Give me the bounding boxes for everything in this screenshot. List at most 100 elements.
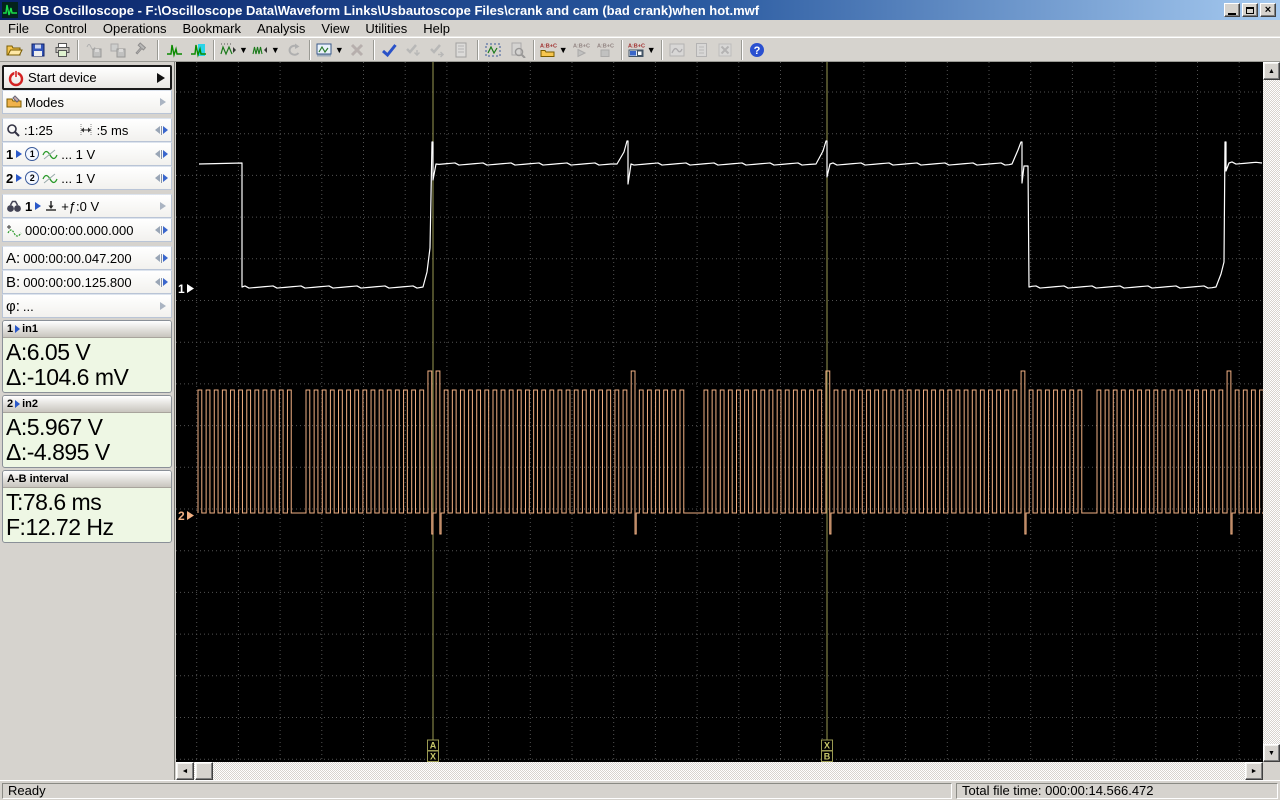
channel-1-row[interactable]: 1 1 ... 1 V bbox=[2, 142, 172, 166]
cursor-b-row[interactable]: B: 000:00:00.125.800 bbox=[2, 270, 172, 294]
menu-view[interactable]: View bbox=[313, 20, 357, 37]
measure-value: A:5.967 V bbox=[6, 414, 103, 440]
start-device-label: Start device bbox=[28, 70, 97, 85]
scroll-down-button[interactable]: ▼ bbox=[1263, 744, 1280, 762]
sweep-time-value: :5 ms bbox=[96, 122, 129, 138]
position-row[interactable]: 000:00:00.000.000 bbox=[2, 218, 172, 242]
position-stepper[interactable] bbox=[155, 225, 168, 235]
measure-panel-ch1[interactable]: 1 in1 A:6.05 V Δ:-104.6 mV bbox=[2, 320, 172, 393]
cursor-b-label: B: bbox=[6, 273, 21, 291]
channel-number: 1 bbox=[6, 146, 14, 162]
zoom-scale-row[interactable]: :1:25 :5 ms bbox=[2, 118, 172, 142]
expand-arrow-icon[interactable] bbox=[160, 98, 166, 106]
cursor-b-stepper[interactable] bbox=[155, 277, 168, 287]
menu-control[interactable]: Control bbox=[37, 20, 95, 37]
vertical-scrollbar[interactable]: ▲ ▼ bbox=[1263, 62, 1280, 762]
waveform-select-button[interactable] bbox=[186, 39, 210, 61]
report-button bbox=[450, 39, 474, 61]
trigger-row[interactable]: 1 +ƒ:0 V bbox=[2, 194, 172, 218]
undo-button bbox=[282, 39, 306, 61]
measurement-panels: 1 in1 A:6.05 V Δ:-104.6 mV 2 in2 A:5.967 V Δ:-4… bbox=[2, 320, 172, 543]
close-view-button bbox=[714, 39, 738, 61]
cursor-a-stepper[interactable] bbox=[155, 253, 168, 263]
script-open-button[interactable]: A:B+C ▼ bbox=[538, 39, 570, 61]
cursor-a-row[interactable]: A: 000:00:00.047.200 bbox=[2, 246, 172, 270]
script-stop-button: A:B+C bbox=[594, 39, 618, 61]
check-skip-button bbox=[426, 39, 450, 61]
start-device-button[interactable]: Start device bbox=[2, 65, 172, 90]
dropdown-arrow-icon[interactable]: ▼ bbox=[647, 45, 656, 55]
close-button[interactable]: × bbox=[1260, 3, 1276, 17]
channel-stepper[interactable] bbox=[155, 149, 168, 159]
dropdown-arrow-icon[interactable]: ▼ bbox=[559, 45, 568, 55]
script-panel-button[interactable]: A:B+C ▼ bbox=[626, 39, 658, 61]
notes-button bbox=[690, 39, 714, 61]
minimize-button[interactable] bbox=[1224, 3, 1240, 17]
menu-utilities[interactable]: Utilities bbox=[357, 20, 415, 37]
dropdown-arrow-icon[interactable]: ▼ bbox=[335, 45, 344, 55]
toolbar: ▼ ▼ ▼ A:B+C ▼ A:B+C A:B+C A:B+C ▼? bbox=[0, 37, 1280, 62]
zoom-region-button[interactable] bbox=[482, 39, 506, 61]
zoom-scale-value: :1:25 bbox=[24, 122, 53, 138]
measure-value: F:12.72 Hz bbox=[6, 514, 114, 540]
scroll-up-button[interactable]: ▲ bbox=[1263, 62, 1280, 80]
scroll-right-button[interactable]: ► bbox=[1245, 762, 1263, 780]
expand-arrow-icon[interactable] bbox=[160, 302, 166, 310]
phase-value: ... bbox=[22, 298, 34, 314]
oscilloscope-plot[interactable]: AXXB12 bbox=[176, 62, 1264, 762]
channel-arrow-icon bbox=[16, 150, 23, 158]
scroll-left-button[interactable]: ◄ bbox=[176, 762, 194, 780]
svg-text:A:B+C: A:B+C bbox=[597, 43, 614, 49]
menu-operations[interactable]: Operations bbox=[95, 20, 175, 37]
measure-panel-ab[interactable]: A-B interval T:78.6 ms F:12.72 Hz bbox=[2, 470, 172, 543]
save-file-button[interactable] bbox=[26, 39, 50, 61]
expand-arrow-icon[interactable] bbox=[160, 202, 166, 210]
svg-text:X: X bbox=[824, 741, 830, 751]
total-file-time: Total file time: 000:00:14.566.472 bbox=[956, 782, 1278, 799]
phase-row[interactable]: φ: ... bbox=[2, 294, 172, 318]
dropdown-arrow-icon[interactable]: ▼ bbox=[239, 45, 248, 55]
toolbar-separator bbox=[308, 39, 311, 60]
apply-check-button[interactable] bbox=[378, 39, 402, 61]
zoom-stepper[interactable] bbox=[155, 125, 168, 135]
menu-analysis[interactable]: Analysis bbox=[249, 20, 313, 37]
menu-help[interactable]: Help bbox=[415, 20, 458, 37]
menu-bookmark[interactable]: Bookmark bbox=[174, 20, 249, 37]
panel-channel-number: 1 bbox=[7, 323, 14, 335]
menu-file[interactable]: File bbox=[0, 20, 37, 37]
toolbar-separator bbox=[476, 39, 479, 60]
help-button[interactable]: ? bbox=[746, 39, 770, 61]
svg-text:A:B+C: A:B+C bbox=[540, 43, 557, 49]
power-icon bbox=[8, 69, 24, 86]
channel-stepper[interactable] bbox=[155, 173, 168, 183]
toolbar-separator bbox=[157, 39, 159, 60]
measure-panel-ch2[interactable]: 2 in2 A:5.967 V Δ:-4.895 V bbox=[2, 395, 172, 468]
panel-title: A-B interval bbox=[7, 473, 69, 485]
save-selection-button bbox=[106, 39, 130, 61]
print-button[interactable] bbox=[50, 39, 74, 61]
time-position-icon bbox=[7, 224, 22, 237]
modes-button[interactable]: Modes bbox=[2, 90, 172, 114]
scrollbar-thumb[interactable] bbox=[195, 762, 213, 780]
channel-2-row[interactable]: 2 2 ... 1 V bbox=[2, 166, 172, 190]
menu-bar: File Control Operations Bookmark Analysis Vie… bbox=[0, 20, 1280, 37]
expand-signal-button[interactable]: ▼ bbox=[218, 39, 250, 61]
channel-arrow-icon bbox=[15, 325, 21, 333]
restore-button[interactable] bbox=[1242, 3, 1258, 17]
toolbar-separator bbox=[660, 39, 663, 60]
open-file-button[interactable] bbox=[2, 39, 26, 61]
trigger-mode-icon bbox=[46, 200, 57, 211]
svg-text:A: A bbox=[430, 741, 437, 751]
construct-button bbox=[130, 39, 154, 61]
measure-value: T:78.6 ms bbox=[6, 489, 102, 515]
panel-title: in2 bbox=[22, 398, 39, 410]
expand-arrow-icon[interactable] bbox=[157, 72, 165, 83]
display-mode-button[interactable]: ▼ bbox=[314, 39, 346, 61]
horizontal-scrollbar[interactable]: ◄ ► bbox=[176, 762, 1263, 780]
time-span-icon bbox=[80, 124, 92, 136]
waveform-button[interactable] bbox=[162, 39, 186, 61]
magnifier-icon bbox=[7, 123, 20, 137]
measure-value: A:6.05 V bbox=[6, 339, 91, 365]
compress-signal-button[interactable]: ▼ bbox=[250, 39, 282, 61]
dropdown-arrow-icon[interactable]: ▼ bbox=[271, 45, 280, 55]
